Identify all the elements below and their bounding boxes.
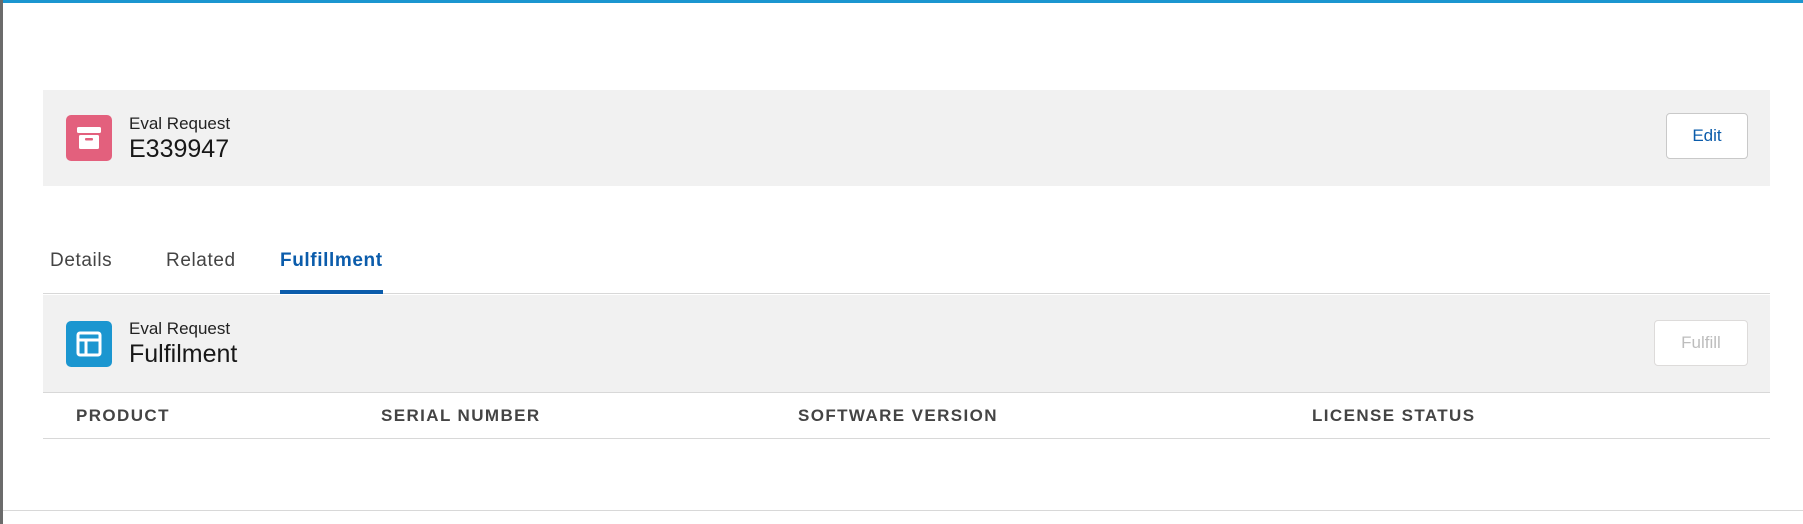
record-titles: Eval Request E339947 [129,113,230,164]
column-header-software-version[interactable]: SOFTWARE VERSION [798,406,998,426]
fulfill-button[interactable]: Fulfill [1654,320,1748,366]
fulfilment-object-label: Eval Request [129,319,231,338]
fulfilment-card-header: Eval Request Fulfilment Fulfill [43,295,1770,393]
column-header-product[interactable]: PRODUCT [76,406,170,426]
fulfilment-table-header: PRODUCT SERIAL NUMBER SOFTWARE VERSION L… [43,394,1770,439]
record-tabs: Details Related Fulfillment [43,238,1770,294]
window-left-edge [0,0,3,524]
tab-related[interactable]: Related [166,250,236,292]
edit-button[interactable]: Edit [1666,113,1748,159]
record-header: Eval Request E339947 Edit [43,90,1770,186]
record-object-label: Eval Request [129,113,231,133]
tab-fulfillment[interactable]: Fulfillment [280,250,383,294]
fulfilment-titles: Eval Request Fulfilment [129,318,237,369]
fulfilment-title: Fulfilment [129,340,238,368]
archive-box-icon [66,115,112,161]
column-header-serial-number[interactable]: SERIAL NUMBER [381,406,541,426]
layout-panel-icon [66,320,112,367]
top-accent-bar [0,0,1803,3]
record-name: E339947 [129,134,230,163]
footer-divider [3,510,1803,511]
tab-details[interactable]: Details [50,250,112,292]
column-header-license-status[interactable]: LICENSE STATUS [1312,406,1475,426]
